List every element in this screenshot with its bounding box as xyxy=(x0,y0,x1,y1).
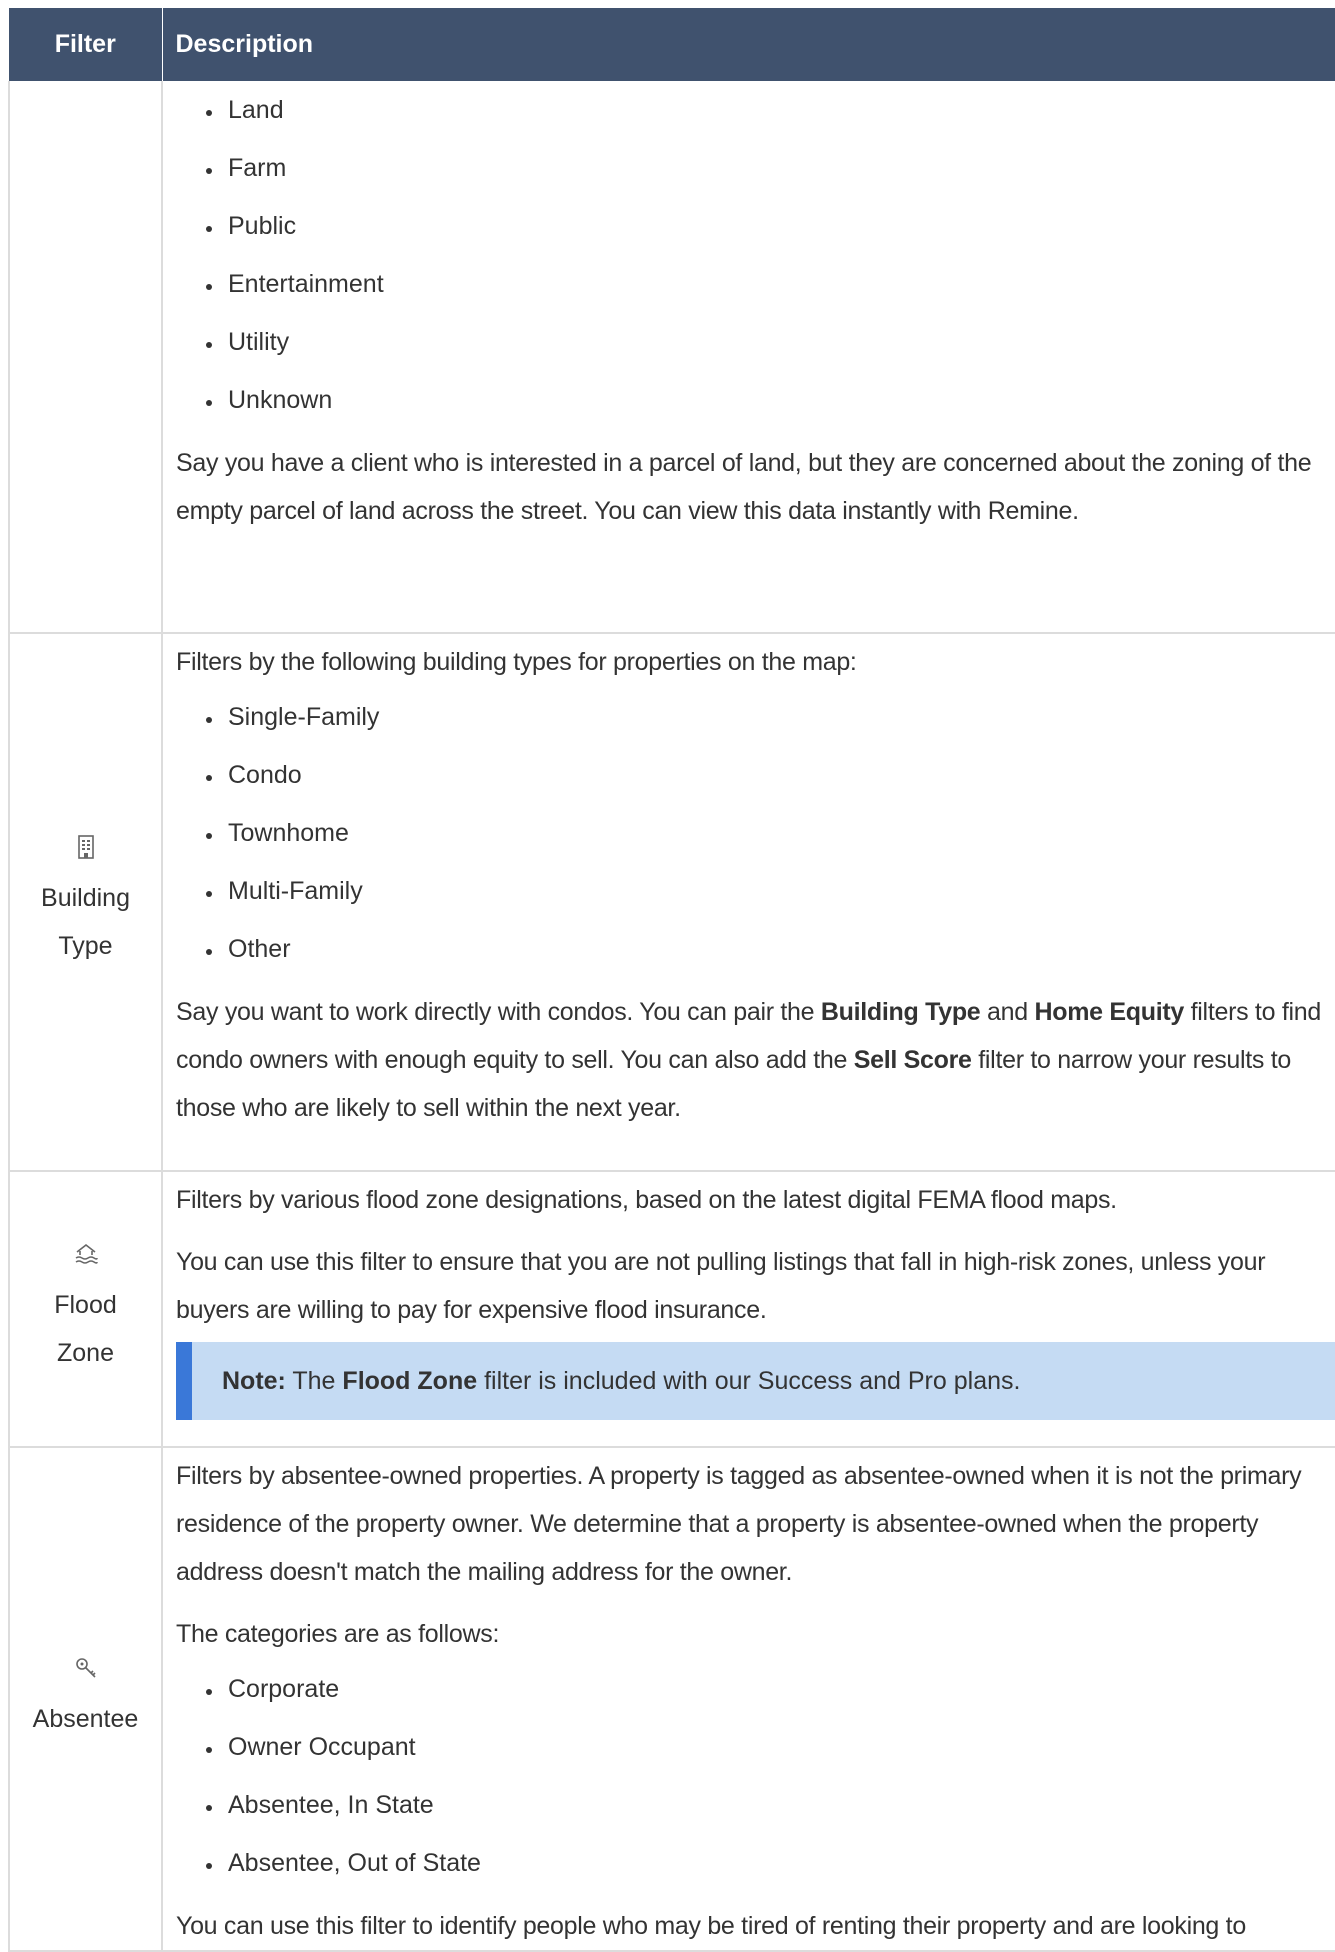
table-row: Flood Zone Filters by various flood zone… xyxy=(8,1171,1335,1448)
note-label: Note: xyxy=(222,1367,286,1395)
text-segment: filter is included with our Success and … xyxy=(477,1367,1021,1395)
filter-name-line2: Zone xyxy=(57,1339,114,1367)
note-box: Note: The Flood Zone filter is included … xyxy=(176,1342,1335,1420)
header-description: Description xyxy=(162,8,1335,81)
text-segment: The xyxy=(285,1367,343,1395)
text-segment: and xyxy=(980,998,1035,1026)
building-list: Single-Family Condo Townhome Multi-Famil… xyxy=(176,688,1335,978)
table-header: Filter Description xyxy=(9,8,1335,81)
bold-home-equity: Home Equity xyxy=(1034,998,1185,1026)
filter-name-line1: Flood xyxy=(54,1291,117,1319)
filter-cell-building-type: Building Type xyxy=(8,633,163,1172)
filter-cell-absentee: Absentee xyxy=(8,1447,163,1952)
list-item: Multi-Family xyxy=(206,862,1335,920)
zoning-list: Land Farm Public Entertainment Utility U… xyxy=(176,81,1335,429)
building-intro: Filters by the following building types … xyxy=(176,648,857,676)
list-item: Other xyxy=(206,920,1335,978)
filter-name-line1: Building xyxy=(41,884,130,912)
filter-name-line1: Absentee xyxy=(32,1705,139,1733)
absentee-categories-intro: The categories are as follows: xyxy=(176,1620,500,1648)
table-row: Absentee Filters by absentee-owned prope… xyxy=(8,1447,1335,1952)
building-icon xyxy=(77,835,94,859)
list-item: Land xyxy=(206,81,1335,139)
list-item: Absentee, In State xyxy=(206,1776,1335,1834)
table-row: Land Farm Public Entertainment Utility U… xyxy=(8,81,1335,634)
list-item: Single-Family xyxy=(206,688,1335,746)
filter-cell-empty xyxy=(8,81,163,634)
list-item: Absentee, Out of State xyxy=(206,1834,1335,1892)
flood-intro: Filters by various flood zone designatio… xyxy=(176,1186,1117,1214)
bold-sell-score: Sell Score xyxy=(853,1046,972,1074)
list-item: Corporate xyxy=(206,1660,1335,1718)
flood-icon xyxy=(75,1243,98,1264)
list-item: Public xyxy=(206,197,1335,255)
list-item: Utility xyxy=(206,313,1335,371)
flood-paragraph: You can use this filter to ensure that y… xyxy=(176,1248,1266,1324)
building-paragraph: Say you want to work directly with condo… xyxy=(176,988,1335,1132)
filter-name-line2: Type xyxy=(58,932,113,960)
text-segment: Say you want to work directly with condo… xyxy=(176,998,821,1026)
table-row: Building Type Filters by the following b… xyxy=(8,633,1335,1172)
key-icon xyxy=(75,1658,96,1678)
description-cell: Filters by various flood zone designatio… xyxy=(161,1171,1335,1448)
list-item: Entertainment xyxy=(206,255,1335,313)
filters-table: Filter Description Land Farm Public Ente… xyxy=(8,8,1335,1952)
zoning-paragraph: Say you have a client who is interested … xyxy=(176,449,1312,525)
header-filter: Filter xyxy=(9,8,163,81)
list-item: Farm xyxy=(206,139,1335,197)
bold-building-type: Building Type xyxy=(820,998,981,1026)
filter-cell-flood-zone: Flood Zone xyxy=(8,1171,163,1448)
description-cell: Filters by the following building types … xyxy=(161,633,1335,1172)
description-cell: Filters by absentee-owned properties. A … xyxy=(161,1447,1335,1952)
list-item: Townhome xyxy=(206,804,1335,862)
description-cell: Land Farm Public Entertainment Utility U… xyxy=(161,81,1335,634)
absentee-intro: Filters by absentee-owned properties. A … xyxy=(176,1462,1302,1586)
list-item: Owner Occupant xyxy=(206,1718,1335,1776)
absentee-list: Corporate Owner Occupant Absentee, In St… xyxy=(176,1660,1335,1892)
absentee-paragraph: You can use this filter to identify peop… xyxy=(176,1912,1246,1940)
list-item: Unknown xyxy=(206,371,1335,429)
list-item: Condo xyxy=(206,746,1335,804)
filters-table-wrapper: Filter Description Land Farm Public Ente… xyxy=(8,8,1335,1952)
bold-flood-zone: Flood Zone xyxy=(342,1367,478,1395)
